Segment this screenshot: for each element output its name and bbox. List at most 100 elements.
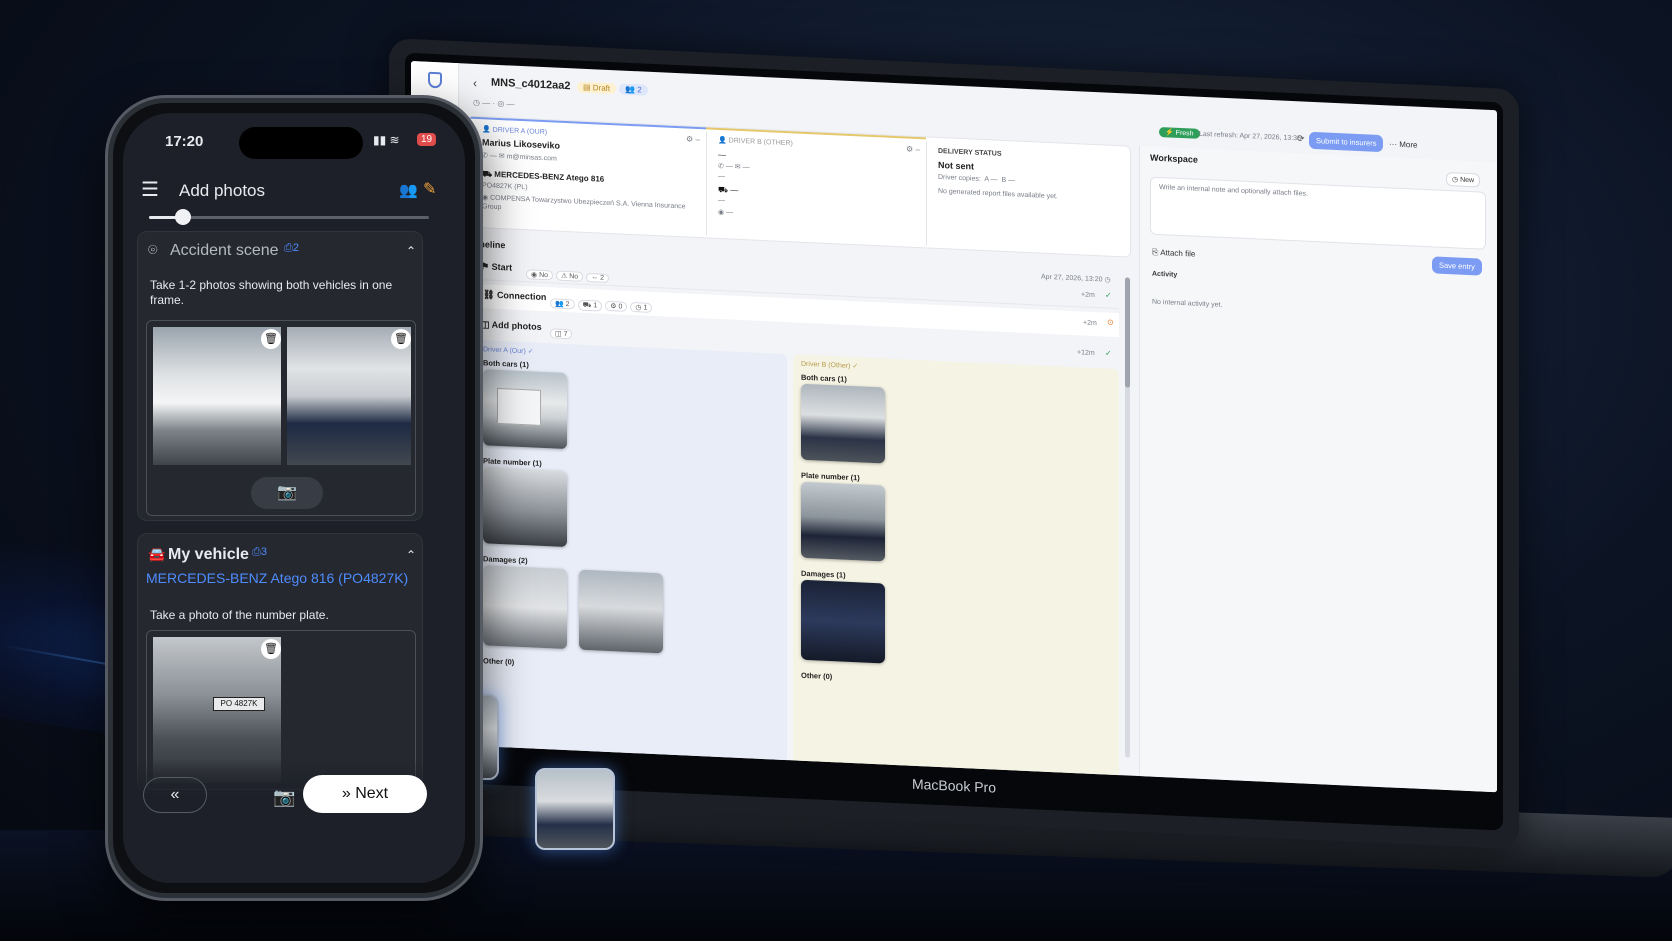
- driver-b-insurer: ◉ —: [718, 208, 734, 217]
- submit-to-insurers-button[interactable]: Submit to insurers: [1309, 131, 1384, 153]
- section-label: Both cars (1): [483, 358, 529, 370]
- edit-note-icon[interactable]: ✎: [423, 179, 436, 199]
- progress-handle[interactable]: [174, 209, 191, 225]
- driver-a-settings-icon[interactable]: ⚙ –: [686, 134, 700, 144]
- trash-icon[interactable]: 🗑: [261, 639, 281, 659]
- driver-copies: Driver copies: A — B —: [938, 173, 1016, 185]
- progress-track[interactable]: [149, 216, 429, 219]
- driver-a-photos: Driver A (Our) ✓ Both cars (1) Plate num…: [475, 339, 787, 765]
- section-label: Plate number (1): [801, 470, 860, 483]
- accident-photo-count: ⎙2: [284, 242, 299, 254]
- dynamic-island: [239, 127, 363, 159]
- vehicle-name-link[interactable]: MERCEDES-BENZ Atego 816 (PO4827K): [146, 570, 408, 586]
- laptop: ‹ MNS_c4012aa2 ▤ Draft 👥 2 ◷ — · ◎ — ⚡ F…: [389, 38, 1519, 850]
- phone-screen: 17:20 ▮▮ ≋ 19 ☰ Add photos 👥 ✎ ⌾ Acciden…: [123, 113, 465, 883]
- more-button[interactable]: ··· More: [1389, 139, 1417, 149]
- photo-thumbnail[interactable]: [579, 569, 663, 654]
- fresh-badge: ⚡ Fresh: [1159, 126, 1200, 139]
- collapse-chevron-icon[interactable]: ⌃: [406, 244, 416, 258]
- driver-b-settings-icon[interactable]: ⚙ –: [906, 144, 920, 154]
- back-chevron-icon[interactable]: ‹: [473, 76, 477, 90]
- add-photo-camera-button[interactable]: 📷: [251, 477, 323, 509]
- save-entry-button[interactable]: Save entry: [1432, 256, 1482, 276]
- delivery-status-value: Not sent: [938, 159, 974, 172]
- section-label: Plate number (1): [483, 456, 542, 468]
- check-icon: ✓: [1105, 348, 1112, 358]
- photo-thumbnail[interactable]: [483, 565, 567, 650]
- car-icon: 🚘: [148, 546, 166, 562]
- workspace-panel: Workspace ◷ New Write an internal note a…: [1139, 146, 1497, 793]
- driver-a-photos-label: Driver A (Our) ✓: [483, 346, 534, 356]
- section-label: Other (0): [483, 656, 515, 667]
- last-refresh: Last refresh: Apr 27, 2026, 13:35: [1199, 130, 1301, 143]
- driver-a-name: Marius Likoseviko: [482, 137, 561, 151]
- vehicle-instruction: Take a photo of the number plate.: [150, 608, 329, 622]
- driver-b-extra: —: [718, 172, 725, 181]
- driver-b-vehicle: ⛟ —: [718, 184, 739, 195]
- users-icon[interactable]: 👥: [399, 181, 418, 199]
- activity-empty: No internal activity yet.: [1152, 298, 1223, 309]
- accident-photo-1[interactable]: 🗑: [153, 327, 281, 465]
- hamburger-menu-icon[interactable]: ☰: [141, 177, 159, 202]
- driver-b-plate: —: [718, 196, 725, 205]
- driver-a-label: 👤 DRIVER A (OUR): [482, 126, 548, 137]
- trash-icon[interactable]: 🗑: [261, 329, 281, 349]
- collapse-chevron-icon[interactable]: ⌃: [406, 548, 416, 562]
- accident-photo-2[interactable]: 🗑: [287, 327, 411, 465]
- internal-note-input[interactable]: Write an internal note and optionally at…: [1150, 176, 1486, 250]
- back-button[interactable]: «: [143, 777, 207, 813]
- new-note-button[interactable]: ◷ New: [1446, 171, 1481, 188]
- battery-icon: 19: [417, 133, 437, 146]
- section-label: Damages (1): [801, 568, 846, 580]
- laptop-screen: ‹ MNS_c4012aa2 ▤ Draft 👥 2 ◷ — · ◎ — ⚡ F…: [411, 60, 1497, 793]
- driver-b-photos-label: Driver B (Other) ✓: [801, 360, 859, 371]
- driver-a-contact: ✆ — ✉ m@minsas.com: [482, 152, 557, 163]
- delivery-status-label: DELIVERY STATUS: [938, 147, 1002, 158]
- report-files-note: No generated report files available yet.: [938, 187, 1058, 201]
- vehicle-photo-count: ⎙3: [252, 546, 267, 558]
- activity-label: Activity: [1152, 270, 1178, 279]
- location-pin-icon: ⌾: [148, 242, 158, 259]
- trash-icon[interactable]: 🗑: [391, 329, 411, 349]
- plate-text: PO 4827K: [213, 697, 265, 711]
- header-meta: ◷ — · ◎ —: [473, 97, 515, 109]
- driver-b-label: 👤 DRIVER B (OTHER): [718, 136, 793, 148]
- status-time: 17:20: [165, 133, 204, 150]
- accident-scene-title: Accident scene: [170, 242, 279, 259]
- photo-thumbnail[interactable]: [801, 579, 885, 664]
- accident-photo-grid: 🗑 🗑 📷: [146, 320, 416, 516]
- draft-badge: ▤ Draft: [577, 81, 617, 95]
- driver-a-insurer: ◉ COMPENSA Towarzystwo Ubezpieczeń S.A. …: [482, 194, 686, 212]
- photo-thumbnail[interactable]: [801, 481, 885, 562]
- my-vehicle-card: 🚘 My vehicle ⎙3 ⌃ MERCEDES-BENZ Atego 81…: [137, 533, 423, 793]
- section-label: Damages (2): [483, 554, 528, 566]
- signal-icon: ▮▮ ≋: [373, 133, 400, 147]
- accident-scene-card: ⌾ Accident scene ⎙2 ⌃ Take 1-2 photos sh…: [137, 231, 423, 521]
- warning-icon: ⊙: [1107, 317, 1114, 327]
- shield-logo-icon[interactable]: [428, 71, 442, 89]
- refresh-icon[interactable]: ⟳: [1297, 133, 1305, 144]
- photo-thumbnail[interactable]: [483, 467, 567, 548]
- driver-b-name: —: [718, 149, 726, 160]
- photo-thumbnail[interactable]: [801, 383, 885, 464]
- workspace-title: Workspace: [1150, 152, 1198, 165]
- check-icon: ✓: [1105, 290, 1112, 300]
- section-label: Other (0): [801, 670, 833, 682]
- phone: 17:20 ▮▮ ≋ 19 ☰ Add photos 👥 ✎ ⌾ Acciden…: [108, 98, 480, 898]
- camera-icon[interactable]: 📷: [273, 787, 295, 808]
- photo-thumbnail[interactable]: [483, 369, 567, 450]
- attach-file-button[interactable]: ⎘ Attach file: [1152, 248, 1195, 260]
- accident-instruction: Take 1-2 photos showing both vehicles in…: [150, 278, 393, 307]
- timeline-scrollbar[interactable]: [1125, 277, 1130, 758]
- driver-b-contact: ✆ — ✉ —: [718, 162, 750, 172]
- driver-a-plate: PO4827K (PL): [482, 182, 528, 192]
- screen-title: Add photos: [179, 181, 266, 200]
- section-label: Both cars (1): [801, 372, 847, 384]
- next-button[interactable]: » Next: [303, 775, 427, 813]
- driver-b-photos: Driver B (Other) ✓ Both cars (1) Plate n…: [793, 354, 1119, 780]
- my-vehicle-title: My vehicle: [168, 546, 249, 563]
- case-id: MNS_c4012aa2: [491, 76, 571, 93]
- dragged-photo-thumbnail[interactable]: [535, 768, 615, 850]
- participants-badge: 👥 2: [619, 83, 648, 96]
- parties-card: 👤 DRIVER A (OUR) ⚙ – Marius Likoseviko ✆…: [469, 115, 1131, 258]
